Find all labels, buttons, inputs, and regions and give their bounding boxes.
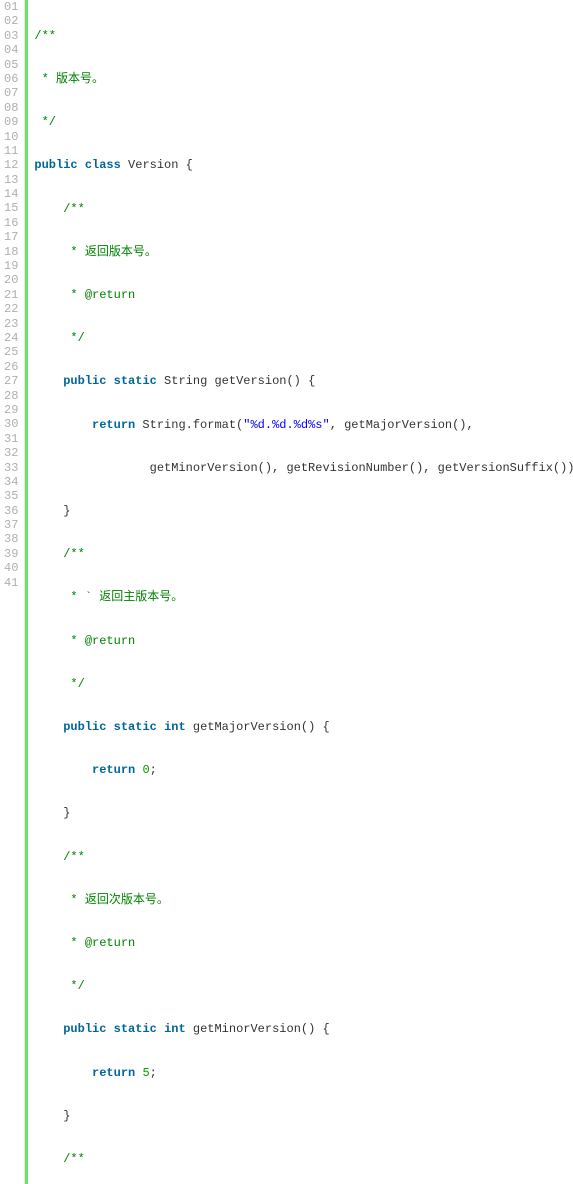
line-number: 23 [4, 317, 18, 331]
code-area: /** * 版本号。 */ public class Version { /**… [25, 0, 573, 1184]
line-number: 35 [4, 489, 18, 503]
line-number: 06 [4, 72, 18, 86]
line-number: 08 [4, 101, 18, 115]
line-number: 12 [4, 158, 18, 172]
code-line: public static int getMajorVersion() { [34, 720, 573, 734]
line-number: 30 [4, 417, 18, 431]
line-number: 10 [4, 130, 18, 144]
code-line: /** [34, 1152, 573, 1166]
line-number: 40 [4, 561, 18, 575]
code-viewer: 01 02 03 04 05 06 07 08 09 10 11 12 13 1… [0, 0, 573, 1184]
line-number: 26 [4, 360, 18, 374]
line-number: 37 [4, 518, 18, 532]
code-line: * 版本号。 [34, 72, 573, 86]
line-number: 14 [4, 187, 18, 201]
line-number: 02 [4, 14, 18, 28]
line-number: 03 [4, 29, 18, 43]
code-line: */ [34, 979, 573, 993]
line-number: 20 [4, 273, 18, 287]
code-line: * 返回版本号。 [34, 245, 573, 259]
code-line: * @return [34, 288, 573, 302]
code-line: public static String getVersion() { [34, 374, 573, 388]
line-number: 21 [4, 288, 18, 302]
code-line: /** [34, 202, 573, 216]
code-line: */ [34, 115, 573, 129]
line-number: 04 [4, 43, 18, 57]
code-line: public static int getMinorVersion() { [34, 1022, 573, 1036]
line-number: 17 [4, 230, 18, 244]
line-number: 32 [4, 446, 18, 460]
line-number: 11 [4, 144, 18, 158]
line-number: 07 [4, 86, 18, 100]
code-line: * ` 返回主版本号。 [34, 590, 573, 604]
code-line: public class Version { [34, 158, 573, 172]
line-number: 15 [4, 201, 18, 215]
line-number: 33 [4, 461, 18, 475]
line-number: 27 [4, 374, 18, 388]
code-line: /** [34, 29, 573, 43]
line-number: 18 [4, 245, 18, 259]
line-number: 34 [4, 475, 18, 489]
line-number: 31 [4, 432, 18, 446]
code-line: getMinorVersion(), getRevisionNumber(), … [34, 461, 573, 475]
line-number: 25 [4, 345, 18, 359]
code-line: * @return [34, 634, 573, 648]
code-line: return 5; [34, 1066, 573, 1080]
code-line: } [34, 1109, 573, 1123]
line-number: 41 [4, 576, 18, 590]
line-number-gutter: 01 02 03 04 05 06 07 08 09 10 11 12 13 1… [0, 0, 25, 1184]
line-number: 29 [4, 403, 18, 417]
line-number: 13 [4, 173, 18, 187]
code-line: /** [34, 547, 573, 561]
line-number: 24 [4, 331, 18, 345]
line-number: 05 [4, 58, 18, 72]
code-line: } [34, 504, 573, 518]
code-line: */ [34, 677, 573, 691]
line-number: 39 [4, 547, 18, 561]
line-number: 38 [4, 532, 18, 546]
line-number: 01 [4, 0, 18, 14]
line-number: 28 [4, 389, 18, 403]
line-number: 09 [4, 115, 18, 129]
code-line: * @return [34, 936, 573, 950]
code-line: return 0; [34, 763, 573, 777]
line-number: 22 [4, 302, 18, 316]
code-line: * 返回次版本号。 [34, 893, 573, 907]
code-line: } [34, 806, 573, 820]
line-number: 19 [4, 259, 18, 273]
code-line: /** [34, 850, 573, 864]
line-number: 36 [4, 504, 18, 518]
line-number: 16 [4, 216, 18, 230]
code-line: return String.format("%d.%d.%d%s", getMa… [34, 418, 573, 432]
code-line: */ [34, 331, 573, 345]
